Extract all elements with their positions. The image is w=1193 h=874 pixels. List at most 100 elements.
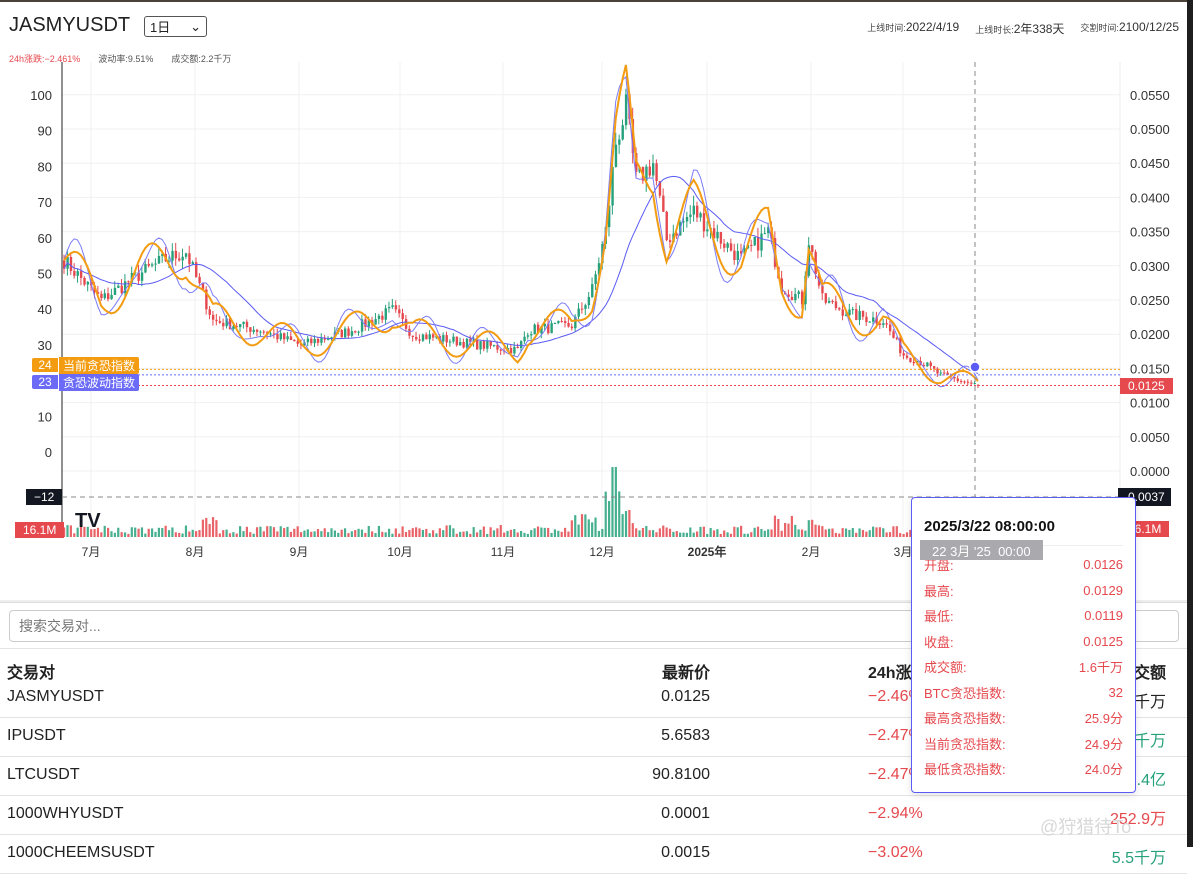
left-axis-tick: 60 xyxy=(38,231,52,246)
volume-bar xyxy=(408,530,411,537)
table-row[interactable]: 1000WHYUSDT 0.0001 −2.94% 252.9万 xyxy=(0,796,1187,835)
candle-body xyxy=(459,341,462,346)
volume-bar xyxy=(232,532,235,537)
volume-bar xyxy=(201,519,204,537)
interval-value: 1日 xyxy=(150,20,171,35)
volume-bar xyxy=(536,526,540,537)
candle-body xyxy=(929,362,932,367)
candle-body xyxy=(421,334,425,341)
candle-body xyxy=(411,335,415,337)
fear-volatility-label: 贪恐波动指数 xyxy=(59,373,140,391)
tooltip-value: 0.0129 xyxy=(1083,582,1123,598)
candle-body xyxy=(909,357,912,362)
pair-price: 0.0125 xyxy=(661,688,710,705)
tooltip-value: 25.9分 xyxy=(1084,711,1123,727)
candle-body xyxy=(425,334,428,340)
candle-body xyxy=(797,291,800,294)
candle-body xyxy=(932,366,936,369)
candle-body xyxy=(702,213,706,232)
candle-body xyxy=(127,281,130,283)
candle-body xyxy=(428,334,431,340)
volume-bar xyxy=(225,529,228,537)
candle-body xyxy=(157,256,161,264)
candle-body xyxy=(753,236,756,246)
volume-bar xyxy=(611,467,614,537)
volume-bar xyxy=(333,530,336,537)
candle-body xyxy=(834,301,838,309)
right-axis-tick: 0.0550 xyxy=(1130,88,1170,103)
volume-bar xyxy=(523,532,526,537)
volume-bar xyxy=(367,525,370,537)
volume-bar xyxy=(828,528,831,537)
window-top-border xyxy=(0,0,1193,2)
volume-bar xyxy=(421,529,425,537)
volume-bar xyxy=(448,525,452,537)
volume-bar xyxy=(272,527,276,537)
tooltip-value: 1.6千万 xyxy=(1078,660,1123,676)
volume-bar xyxy=(337,532,340,537)
candle-body xyxy=(831,301,834,303)
right-axis-tick: 0.0050 xyxy=(1130,430,1170,445)
volume-bar xyxy=(763,530,766,537)
volume-bar xyxy=(391,533,394,537)
volume-bar xyxy=(733,526,736,537)
volume-bar xyxy=(218,533,221,537)
candle-body xyxy=(750,244,753,246)
interval-select[interactable]: 1日 ⌄ xyxy=(144,16,207,37)
volume-bar xyxy=(482,526,485,537)
volume-bar xyxy=(800,529,804,537)
volume-bar xyxy=(635,528,638,537)
volume-bar xyxy=(574,515,577,537)
right-axis-tick: 0.0000 xyxy=(1130,464,1170,479)
tradingview-logo: TV xyxy=(75,510,101,532)
pair-price: 0.0001 xyxy=(661,805,710,822)
volume-bar xyxy=(872,526,875,537)
tooltip-value: 0.0126 xyxy=(1083,557,1123,573)
candle-body xyxy=(147,263,151,266)
delivery-value: 2100/12/25 xyxy=(1118,20,1179,34)
volume-bar xyxy=(455,533,458,537)
volume-bar xyxy=(140,527,144,537)
volume-bar xyxy=(587,519,590,537)
candle-body xyxy=(255,329,259,332)
volume-bar xyxy=(503,532,506,537)
volume-bar xyxy=(469,533,472,537)
volume-bar xyxy=(117,527,120,537)
candle-body xyxy=(245,321,249,328)
candle-body xyxy=(452,336,455,342)
candle-body xyxy=(726,243,729,248)
volume-bar xyxy=(550,532,553,537)
age-label: 上线时长: xyxy=(975,25,1014,35)
volume-bar xyxy=(726,532,729,537)
volume-bar xyxy=(597,530,601,537)
volume-bar xyxy=(418,528,421,537)
volume-bar xyxy=(692,532,695,537)
candle-body xyxy=(357,331,360,333)
volume-bar xyxy=(905,532,909,537)
candle-body xyxy=(398,309,401,314)
tooltip-value: 24.9分 xyxy=(1084,736,1123,752)
volume-bar xyxy=(296,526,299,537)
right-axis-tick: 0.0150 xyxy=(1130,361,1170,376)
volume-bar xyxy=(689,527,692,537)
candle-body xyxy=(682,221,685,223)
candle-body xyxy=(763,233,767,235)
volume-bar xyxy=(645,526,648,537)
table-row[interactable]: 1000CHEEMSUSDT 0.0015 −3.02% 5.5千万 xyxy=(0,835,1187,874)
candle-body xyxy=(523,336,526,342)
candle-body xyxy=(479,341,482,350)
volume-bar xyxy=(787,523,790,537)
volume-bar xyxy=(760,529,763,537)
candle-body xyxy=(926,362,929,367)
volume-bar xyxy=(222,530,225,537)
candle-body xyxy=(685,217,689,222)
candle-body xyxy=(151,264,154,266)
volume-bar xyxy=(459,531,462,537)
volume-bar xyxy=(797,529,800,537)
candle-body xyxy=(394,305,398,310)
volume-bar xyxy=(831,528,834,537)
volume-bar xyxy=(553,529,557,537)
volume-bar xyxy=(377,525,381,537)
candle-body xyxy=(279,333,283,340)
volume-bar xyxy=(729,533,733,537)
